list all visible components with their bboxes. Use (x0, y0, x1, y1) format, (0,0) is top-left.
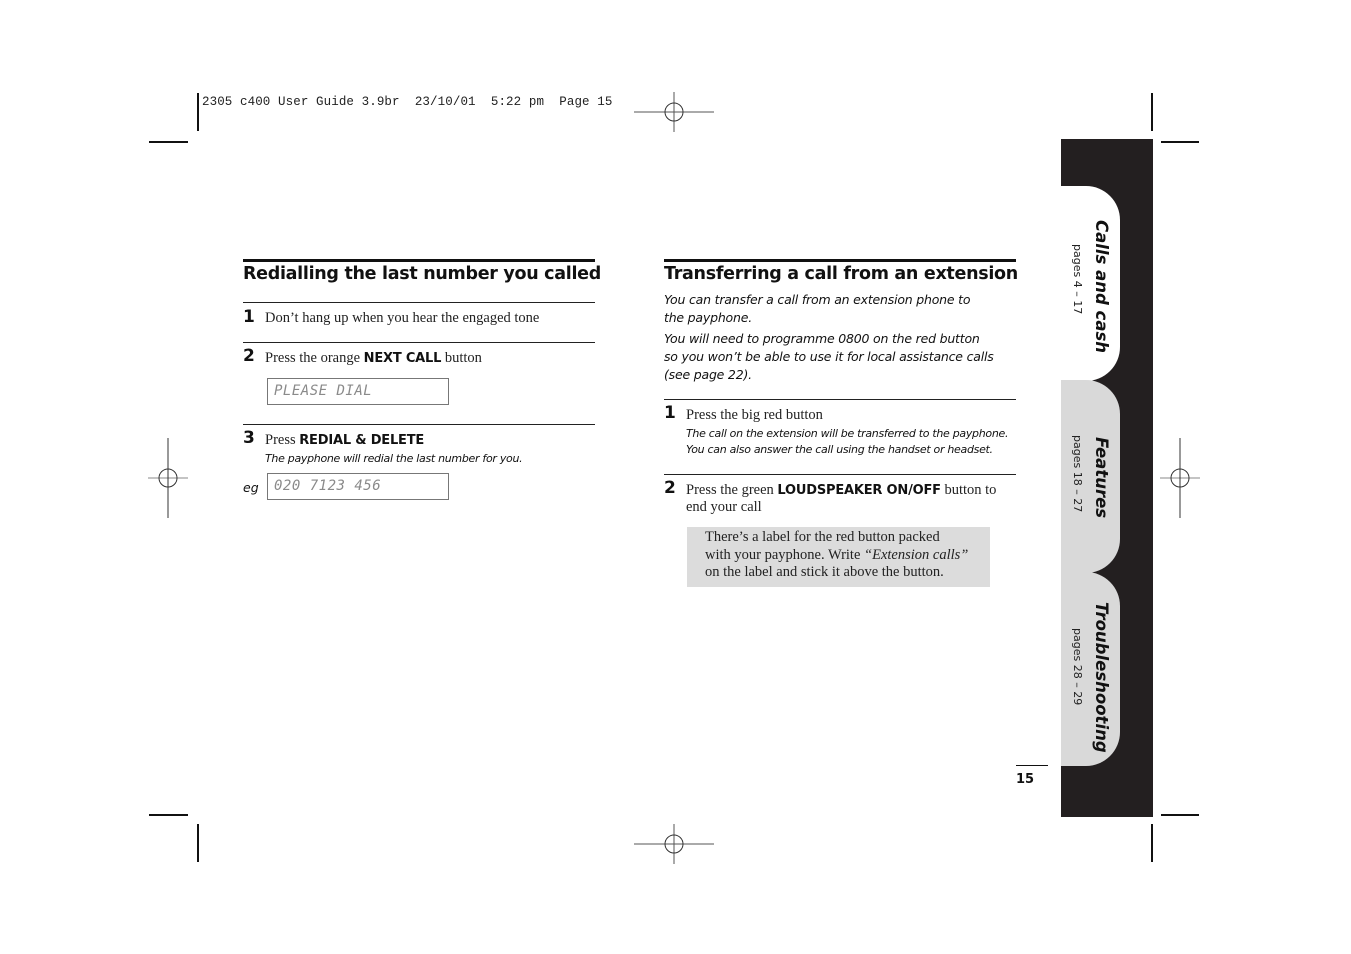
crop-mark (1151, 93, 1153, 131)
intro-line: so you won’t be able to use it for local… (664, 349, 994, 364)
divider (664, 474, 1016, 475)
step-text: Press the big red button (686, 407, 823, 423)
step-number: 1 (664, 403, 676, 423)
step-text: Press the green LOUDSPEAKER ON/OFF butto… (686, 482, 996, 516)
section-rule (243, 259, 595, 262)
tip-line: There’s a label for the red button packe… (705, 529, 940, 545)
key-name: REDIAL & DELETE (299, 433, 425, 448)
section-title: Transferring a call from an extension (664, 264, 1018, 284)
intro-line: the payphone. (664, 310, 752, 325)
key-name: NEXT CALL (363, 351, 442, 366)
printer-slug: 2305 c400 User Guide 3.9br 23/10/01 5:22… (202, 95, 613, 109)
key-name: LOUDSPEAKER ON/OFF (777, 483, 941, 498)
step-text: Don’t hang up when you hear the engaged … (265, 310, 540, 326)
crop-mark (1161, 814, 1199, 816)
step-text: Press REDIAL & DELETE (265, 432, 424, 449)
intro-line: You can transfer a call from an extensio… (664, 292, 971, 307)
intro-line: You will need to programme 0800 on the r… (664, 331, 980, 346)
tip-text: with your payphone. Write (705, 546, 865, 563)
intro-text: You can transfer a call from an extensio… (664, 291, 994, 384)
tab-calls-and-cash[interactable]: Calls and cash pages 4 – 17 (1061, 186, 1120, 381)
step-note-line: You can also answer the call using the h… (686, 443, 993, 456)
section-rule (664, 259, 1016, 262)
tab-title: Troubleshooting (1092, 602, 1111, 753)
lcd-display: 020 7123 456 (267, 473, 449, 500)
step-text-before: Press the green (686, 482, 778, 498)
tab-pages: pages 28 – 29 (1071, 628, 1084, 706)
registration-mark-bottom (634, 804, 714, 884)
step-text-before: Press (265, 432, 300, 448)
tip-box: There’s a label for the red button packe… (687, 527, 990, 587)
lcd-display: PLEASE DIAL (267, 378, 449, 405)
step-number: 1 (243, 307, 255, 327)
tab-features[interactable]: Features pages 18 – 27 (1061, 380, 1120, 573)
crop-mark (149, 141, 188, 143)
page-number: 15 (1016, 772, 1035, 787)
tip-line: on the label and stick it above the butt… (705, 564, 944, 580)
example-label: eg (243, 480, 259, 495)
divider (664, 399, 1016, 400)
step-number: 2 (243, 346, 255, 366)
step-note: The call on the extension will be transf… (686, 426, 1008, 458)
step-number: 3 (243, 428, 255, 448)
step-text-after: button to (940, 482, 997, 498)
tab-title: Features (1092, 437, 1111, 519)
tab-troubleshooting[interactable]: Troubleshooting pages 28 – 29 (1061, 572, 1120, 766)
tip-line: with your payphone. Write “Extension cal… (705, 547, 990, 565)
crop-mark (1161, 141, 1199, 143)
step-note-line: The call on the extension will be transf… (686, 427, 1009, 440)
crop-mark (1151, 824, 1153, 862)
registration-mark-left (128, 438, 208, 518)
section-title: Redialling the last number you called (243, 264, 601, 284)
tab-pages: pages 4 – 17 (1071, 244, 1084, 315)
crop-mark (149, 814, 188, 816)
step-note: The payphone will redial the last number… (265, 452, 523, 465)
divider (243, 424, 595, 425)
step-text-line2: end your call (686, 499, 762, 515)
tab-pages: pages 18 – 27 (1071, 435, 1084, 513)
intro-line: (see page 22). (664, 367, 752, 382)
step-text-before: Press the orange (265, 350, 364, 366)
step-number: 2 (664, 478, 676, 498)
tip-emphasis: “Extension calls” (864, 546, 969, 563)
crop-mark (1016, 765, 1048, 767)
registration-mark-top (634, 72, 714, 152)
step-text: Press the orange NEXT CALL button (265, 350, 482, 367)
crop-mark (197, 824, 199, 862)
crop-mark (197, 93, 199, 131)
step-text-after: button (441, 350, 482, 366)
divider (243, 342, 595, 343)
tab-title: Calls and cash (1092, 220, 1111, 354)
divider (243, 302, 595, 303)
